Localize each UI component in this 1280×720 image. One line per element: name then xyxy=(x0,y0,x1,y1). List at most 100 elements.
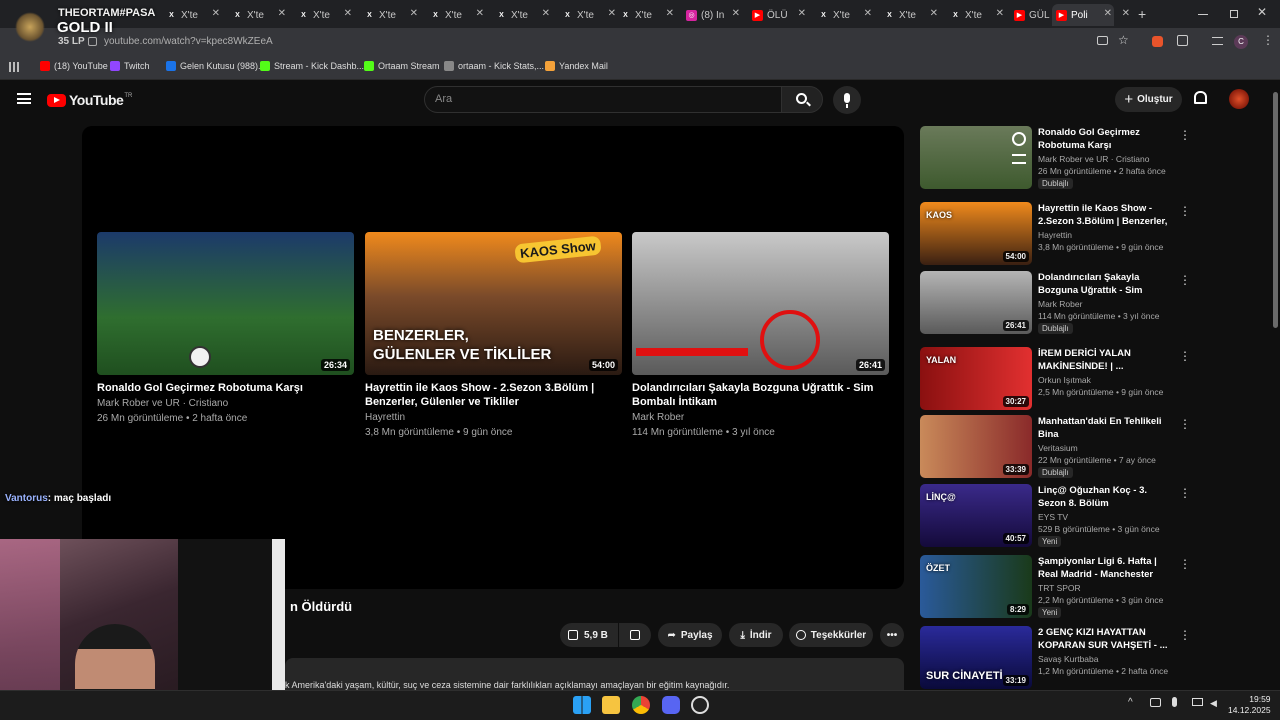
browser-tab[interactable]: X X'te ✕ xyxy=(228,4,288,26)
more-vertical-icon[interactable]: ⋮ xyxy=(1179,417,1191,431)
end-screen-card[interactable]: BENZERLER, GÜLENLER VE TİKLİLER KAOS Show… xyxy=(365,232,622,439)
extension-icon[interactable] xyxy=(1152,36,1163,47)
recommended-title[interactable]: Hayrettin ile Kaos Show - 2.Sezon 3.Bölü… xyxy=(1038,202,1173,228)
more-vertical-icon[interactable]: ⋮ xyxy=(1179,628,1191,642)
more-vertical-icon[interactable]: ⋮ xyxy=(1179,557,1191,571)
search-button[interactable] xyxy=(781,86,823,113)
recommended-thumbnail[interactable] xyxy=(920,126,1032,189)
recommended-title[interactable]: Dolandırıcıları Şakayla Bozguna Uğrattık… xyxy=(1038,271,1173,297)
recommended-video[interactable]: KAOS 54:00 Hayrettin ile Kaos Show - 2.Sez… xyxy=(920,202,1191,265)
network-icon[interactable] xyxy=(1150,698,1161,707)
close-tab-icon[interactable]: ✕ xyxy=(666,8,674,19)
account-avatar[interactable] xyxy=(1229,89,1249,109)
recommended-thumbnail[interactable]: ÖZET 8:29 xyxy=(920,555,1032,618)
channel-name[interactable]: EYS TV xyxy=(1038,512,1068,522)
browser-tab[interactable]: X X'te ✕ xyxy=(360,4,420,26)
close-tab-icon[interactable]: ✕ xyxy=(732,8,740,19)
minimize-button[interactable] xyxy=(1198,14,1208,15)
video-thumbnail[interactable]: BENZERLER, GÜLENLER VE TİKLİLER KAOS Show… xyxy=(365,232,622,375)
close-tab-icon[interactable]: ✕ xyxy=(476,8,484,19)
channel-name[interactable]: Mark Rober ve UR · Cristiano xyxy=(97,397,354,410)
volume-icon[interactable]: ◀ xyxy=(1210,698,1217,709)
recommended-thumbnail[interactable]: 26:41 xyxy=(920,271,1032,334)
browser-tab[interactable]: ▶ ÖLÜ ✕ xyxy=(748,4,808,26)
browser-tab[interactable]: X X'te ✕ xyxy=(426,4,486,26)
install-app-icon[interactable] xyxy=(1097,36,1108,45)
end-screen-card[interactable]: 26:34 Ronaldo Gol Geçirmez Robotuma Karşı… xyxy=(97,232,354,425)
profile-avatar[interactable]: C xyxy=(1234,35,1248,49)
close-tab-icon[interactable]: ✕ xyxy=(930,8,938,19)
video-thumbnail[interactable]: 26:41 xyxy=(632,232,889,375)
create-button[interactable]: + Oluştur xyxy=(1115,87,1182,112)
more-vertical-icon[interactable]: ⋮ xyxy=(1179,349,1191,363)
thanks-button[interactable]: Teşekkürler xyxy=(789,623,873,647)
video-card-title[interactable]: Hayrettin ile Kaos Show - 2.Sezon 3.Bölü… xyxy=(365,381,622,409)
more-vertical-icon[interactable]: ⋮ xyxy=(1179,486,1191,500)
mic-tray-icon[interactable] xyxy=(1172,697,1177,707)
more-vertical-icon[interactable]: ⋮ xyxy=(1179,204,1191,218)
recommended-thumbnail[interactable]: 33:39 xyxy=(920,415,1032,478)
recommended-video[interactable]: SUR CİNAYETİ 33:19 2 GENÇ KIZI HAYATTAN KO… xyxy=(920,626,1191,689)
recommended-video[interactable]: 33:39 Manhattan'daki En Tehlikeli Bina Ver… xyxy=(920,415,1191,478)
browser-tab[interactable]: X X'te ✕ xyxy=(814,4,874,26)
recommended-video[interactable]: ÖZET 8:29 Şampiyonlar Ligi 6. Hafta | Real… xyxy=(920,555,1191,618)
channel-name[interactable]: Savaş Kurtbaba xyxy=(1038,654,1098,664)
watch-later-icon[interactable] xyxy=(1012,132,1026,146)
more-vertical-icon[interactable]: ⋮ xyxy=(1179,273,1191,287)
extensions-puzzle-icon[interactable] xyxy=(1177,35,1188,46)
reading-list-icon[interactable] xyxy=(1212,37,1223,45)
obs-icon[interactable] xyxy=(691,696,709,714)
recommended-title[interactable]: Şampiyonlar Ligi 6. Hafta | Real Madrid … xyxy=(1038,555,1173,581)
browser-tab[interactable]: ▶ Poli ✕ xyxy=(1052,4,1114,26)
close-tab-icon[interactable]: ✕ xyxy=(344,8,352,19)
recommended-title[interactable]: Manhattan'daki En Tehlikeli Bina xyxy=(1038,415,1173,441)
browser-tab[interactable]: X X'te ✕ xyxy=(558,4,618,26)
channel-name[interactable]: Hayrettin xyxy=(1038,230,1072,240)
bookmark-item[interactable]: Yandex Mail xyxy=(545,61,608,71)
add-to-queue-icon[interactable] xyxy=(1012,154,1026,164)
recommended-title[interactable]: Ronaldo Gol Geçirmez Robotuma Karşı xyxy=(1038,126,1173,152)
recommended-thumbnail[interactable]: KAOS 54:00 xyxy=(920,202,1032,265)
share-button[interactable]: ➦ Paylaş xyxy=(658,623,722,647)
recommended-video[interactable]: LİNÇ@ 40:57 Linç@ Oğuzhan Koç - 3. Sezon 8… xyxy=(920,484,1191,547)
recommended-video[interactable]: 26:41 Dolandırıcıları Şakayla Bozguna Uğr… xyxy=(920,271,1191,334)
recommended-thumbnail[interactable]: SUR CİNAYETİ 33:19 xyxy=(920,626,1032,689)
recommended-video[interactable]: YALAN 30:27 İREM DERİCİ YALAN MAKİNESİNDE!… xyxy=(920,347,1191,410)
scrollbar-thumb[interactable] xyxy=(1273,92,1278,328)
recommended-video[interactable]: Ronaldo Gol Geçirmez Robotuma Karşı Mark … xyxy=(920,126,1191,189)
recommended-title[interactable]: 2 GENÇ KIZI HAYATTAN KOPARAN SUR VAHŞETİ… xyxy=(1038,626,1173,652)
close-window-button[interactable]: ✕ xyxy=(1257,5,1267,19)
browser-tab[interactable]: X X'te ✕ xyxy=(294,4,354,26)
channel-name[interactable]: TRT SPOR xyxy=(1038,583,1081,593)
recommended-thumbnail[interactable]: YALAN 30:27 xyxy=(920,347,1032,410)
close-tab-icon[interactable]: ✕ xyxy=(798,8,806,19)
channel-name[interactable]: Mark Rober ve UR · Cristiano xyxy=(1038,154,1149,164)
dislike-button[interactable] xyxy=(619,623,651,647)
bookmark-item[interactable]: Stream - Kick Dashb... xyxy=(260,61,364,71)
restore-button[interactable] xyxy=(1230,10,1238,18)
close-tab-icon[interactable]: ✕ xyxy=(864,8,872,19)
close-tab-icon[interactable]: ✕ xyxy=(542,8,550,19)
video-card-title[interactable]: Ronaldo Gol Geçirmez Robotuma Karşı xyxy=(97,381,354,395)
browser-menu-icon[interactable]: ⋮ xyxy=(1262,33,1274,47)
download-button[interactable]: ⤓ İndir xyxy=(729,623,783,647)
bookmark-item[interactable]: ortaam - Kick Stats,... xyxy=(444,61,544,71)
channel-name[interactable]: Mark Rober xyxy=(632,411,889,424)
end-screen-card[interactable]: 26:41 Dolandırıcıları Şakayla Bozguna Uğr… xyxy=(632,232,889,439)
browser-tab[interactable]: X X'te ✕ xyxy=(492,4,552,26)
close-tab-icon[interactable]: ✕ xyxy=(1122,8,1130,19)
close-tab-icon[interactable]: ✕ xyxy=(278,8,286,19)
recommended-title[interactable]: İREM DERİCİ YALAN MAKİNESİNDE! | ... xyxy=(1038,347,1173,373)
browser-tab[interactable]: ◎ (8) In ✕ xyxy=(682,4,742,26)
channel-name[interactable]: Veritasium xyxy=(1038,443,1078,453)
browser-tab[interactable]: X X'te ✕ xyxy=(616,4,676,26)
search-input[interactable]: Ara xyxy=(424,86,782,113)
discord-icon[interactable] xyxy=(662,696,680,714)
hamburger-menu-icon[interactable] xyxy=(17,93,31,104)
more-vertical-icon[interactable]: ⋮ xyxy=(1179,128,1191,142)
like-button[interactable]: 5,9 B xyxy=(560,623,618,647)
system-tray-chevron-icon[interactable]: ^ xyxy=(1128,697,1133,708)
more-actions-button[interactable]: ••• xyxy=(880,623,904,647)
taskbar-clock[interactable]: 19:59 14.12.2025 xyxy=(1228,694,1271,716)
close-tab-icon[interactable]: ✕ xyxy=(410,8,418,19)
